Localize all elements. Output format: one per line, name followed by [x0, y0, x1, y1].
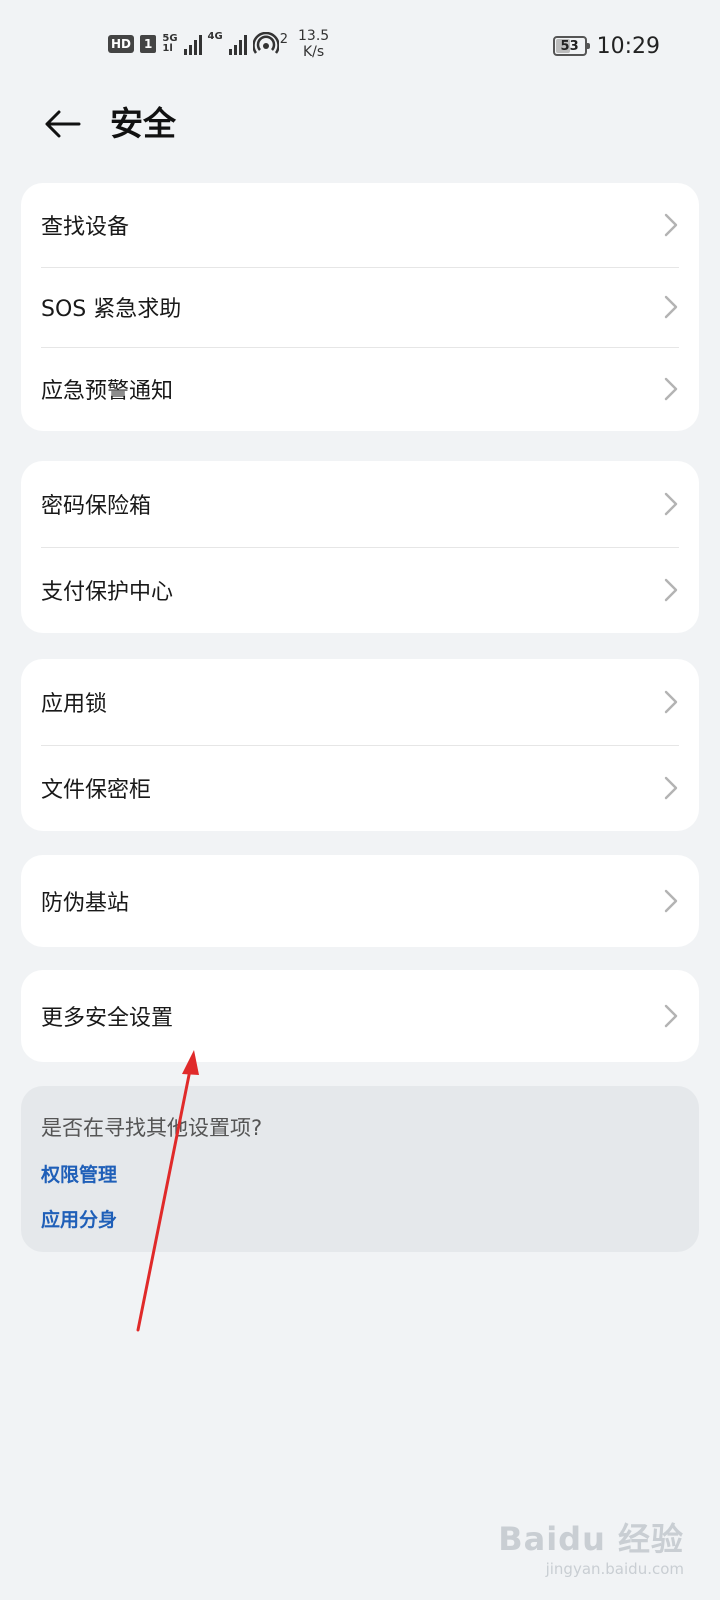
chevron-right-icon	[664, 213, 678, 237]
suggestion-link-app-twin[interactable]: 应用分身	[41, 1205, 679, 1232]
hotspot-count: 2	[279, 32, 288, 47]
settings-group: 应用锁 文件保密柜	[21, 659, 699, 831]
settings-group: 密码保险箱 支付保护中心	[21, 461, 699, 633]
list-item-label: 应急预警通知	[41, 379, 174, 404]
settings-group: 防伪基站	[21, 855, 699, 947]
suggestion-card: 是否在寻找其他设置项? 权限管理 应用分身	[21, 1086, 699, 1252]
chevron-right-icon	[664, 889, 678, 913]
suggestion-title: 是否在寻找其他设置项?	[41, 1116, 263, 1140]
list-item-label: 防伪基站	[41, 891, 130, 916]
watermark: Baidu 经验 jingyan.baidu.com	[498, 1514, 684, 1578]
list-item-app-lock[interactable]: 应用锁	[21, 659, 699, 745]
list-item-password-vault[interactable]: 密码保险箱	[21, 461, 699, 547]
network-5g-label: 5G 1l	[162, 34, 177, 54]
chevron-right-icon	[664, 492, 678, 516]
app-header: 安全	[0, 92, 720, 156]
suggestion-link-permissions[interactable]: 权限管理	[41, 1160, 679, 1187]
list-item-label: SOS 紧急求助	[41, 297, 182, 322]
chevron-right-icon	[664, 776, 678, 800]
list-item-file-safe[interactable]: 文件保密柜	[21, 745, 699, 831]
sim-indicator: 1	[140, 35, 157, 53]
network-speed-unit: K/s	[302, 44, 325, 60]
clock: 10:29	[596, 33, 660, 59]
battery-level: 53	[560, 38, 579, 54]
watermark-logo: Baidu 经验	[498, 1520, 684, 1558]
chevron-right-icon	[664, 578, 678, 602]
network-5g-sub: 1l	[162, 43, 173, 54]
chevron-right-icon	[664, 1004, 678, 1028]
list-item-more-security-settings[interactable]: 更多安全设置	[21, 970, 699, 1062]
list-item-label: 应用锁	[41, 692, 108, 717]
watermark-url: jingyan.baidu.com	[545, 1560, 684, 1578]
list-item-label: 密码保险箱	[41, 494, 152, 519]
list-item-label: 文件保密柜	[41, 778, 152, 803]
list-item-label: 更多安全设置	[41, 1006, 174, 1031]
signal-bars-icon	[183, 33, 202, 55]
network-4g-label: 4G	[207, 31, 223, 42]
chevron-right-icon	[664, 295, 678, 319]
status-bar: HD 1 5G 1l 4G 2 13.5 K/s 53 10:29	[0, 0, 720, 90]
chevron-right-icon	[664, 377, 678, 401]
list-item-find-device[interactable]: 查找设备	[21, 183, 699, 267]
list-item-payment-protection[interactable]: 支付保护中心	[21, 547, 699, 633]
page-title: 安全	[110, 104, 176, 143]
hotspot-icon: 2	[252, 32, 288, 56]
battery-icon: 53	[552, 36, 590, 56]
arrow-left-icon	[45, 110, 81, 138]
hd-voice-icon: HD	[108, 35, 135, 53]
back-button[interactable]	[36, 98, 88, 150]
network-speed: 13.5 K/s	[298, 28, 329, 60]
list-item-label: 查找设备	[41, 215, 130, 240]
status-icons-right: 53 10:29	[552, 30, 660, 62]
list-item-emergency-alerts[interactable]: 应急预警通知	[21, 347, 699, 431]
settings-group: 查找设备 SOS 紧急求助 应急预警通知	[21, 183, 699, 431]
list-item-label: 支付保护中心	[41, 580, 174, 605]
list-item-sos[interactable]: SOS 紧急求助	[21, 267, 699, 347]
settings-group: 更多安全设置	[21, 970, 699, 1062]
list-item-fake-base-station[interactable]: 防伪基站	[21, 855, 699, 947]
network-speed-value: 13.5	[298, 28, 330, 44]
status-icons-left: HD 1 5G 1l 4G 2 13.5 K/s	[108, 28, 329, 60]
signal-bars-icon	[228, 33, 247, 55]
chevron-right-icon	[664, 690, 678, 714]
